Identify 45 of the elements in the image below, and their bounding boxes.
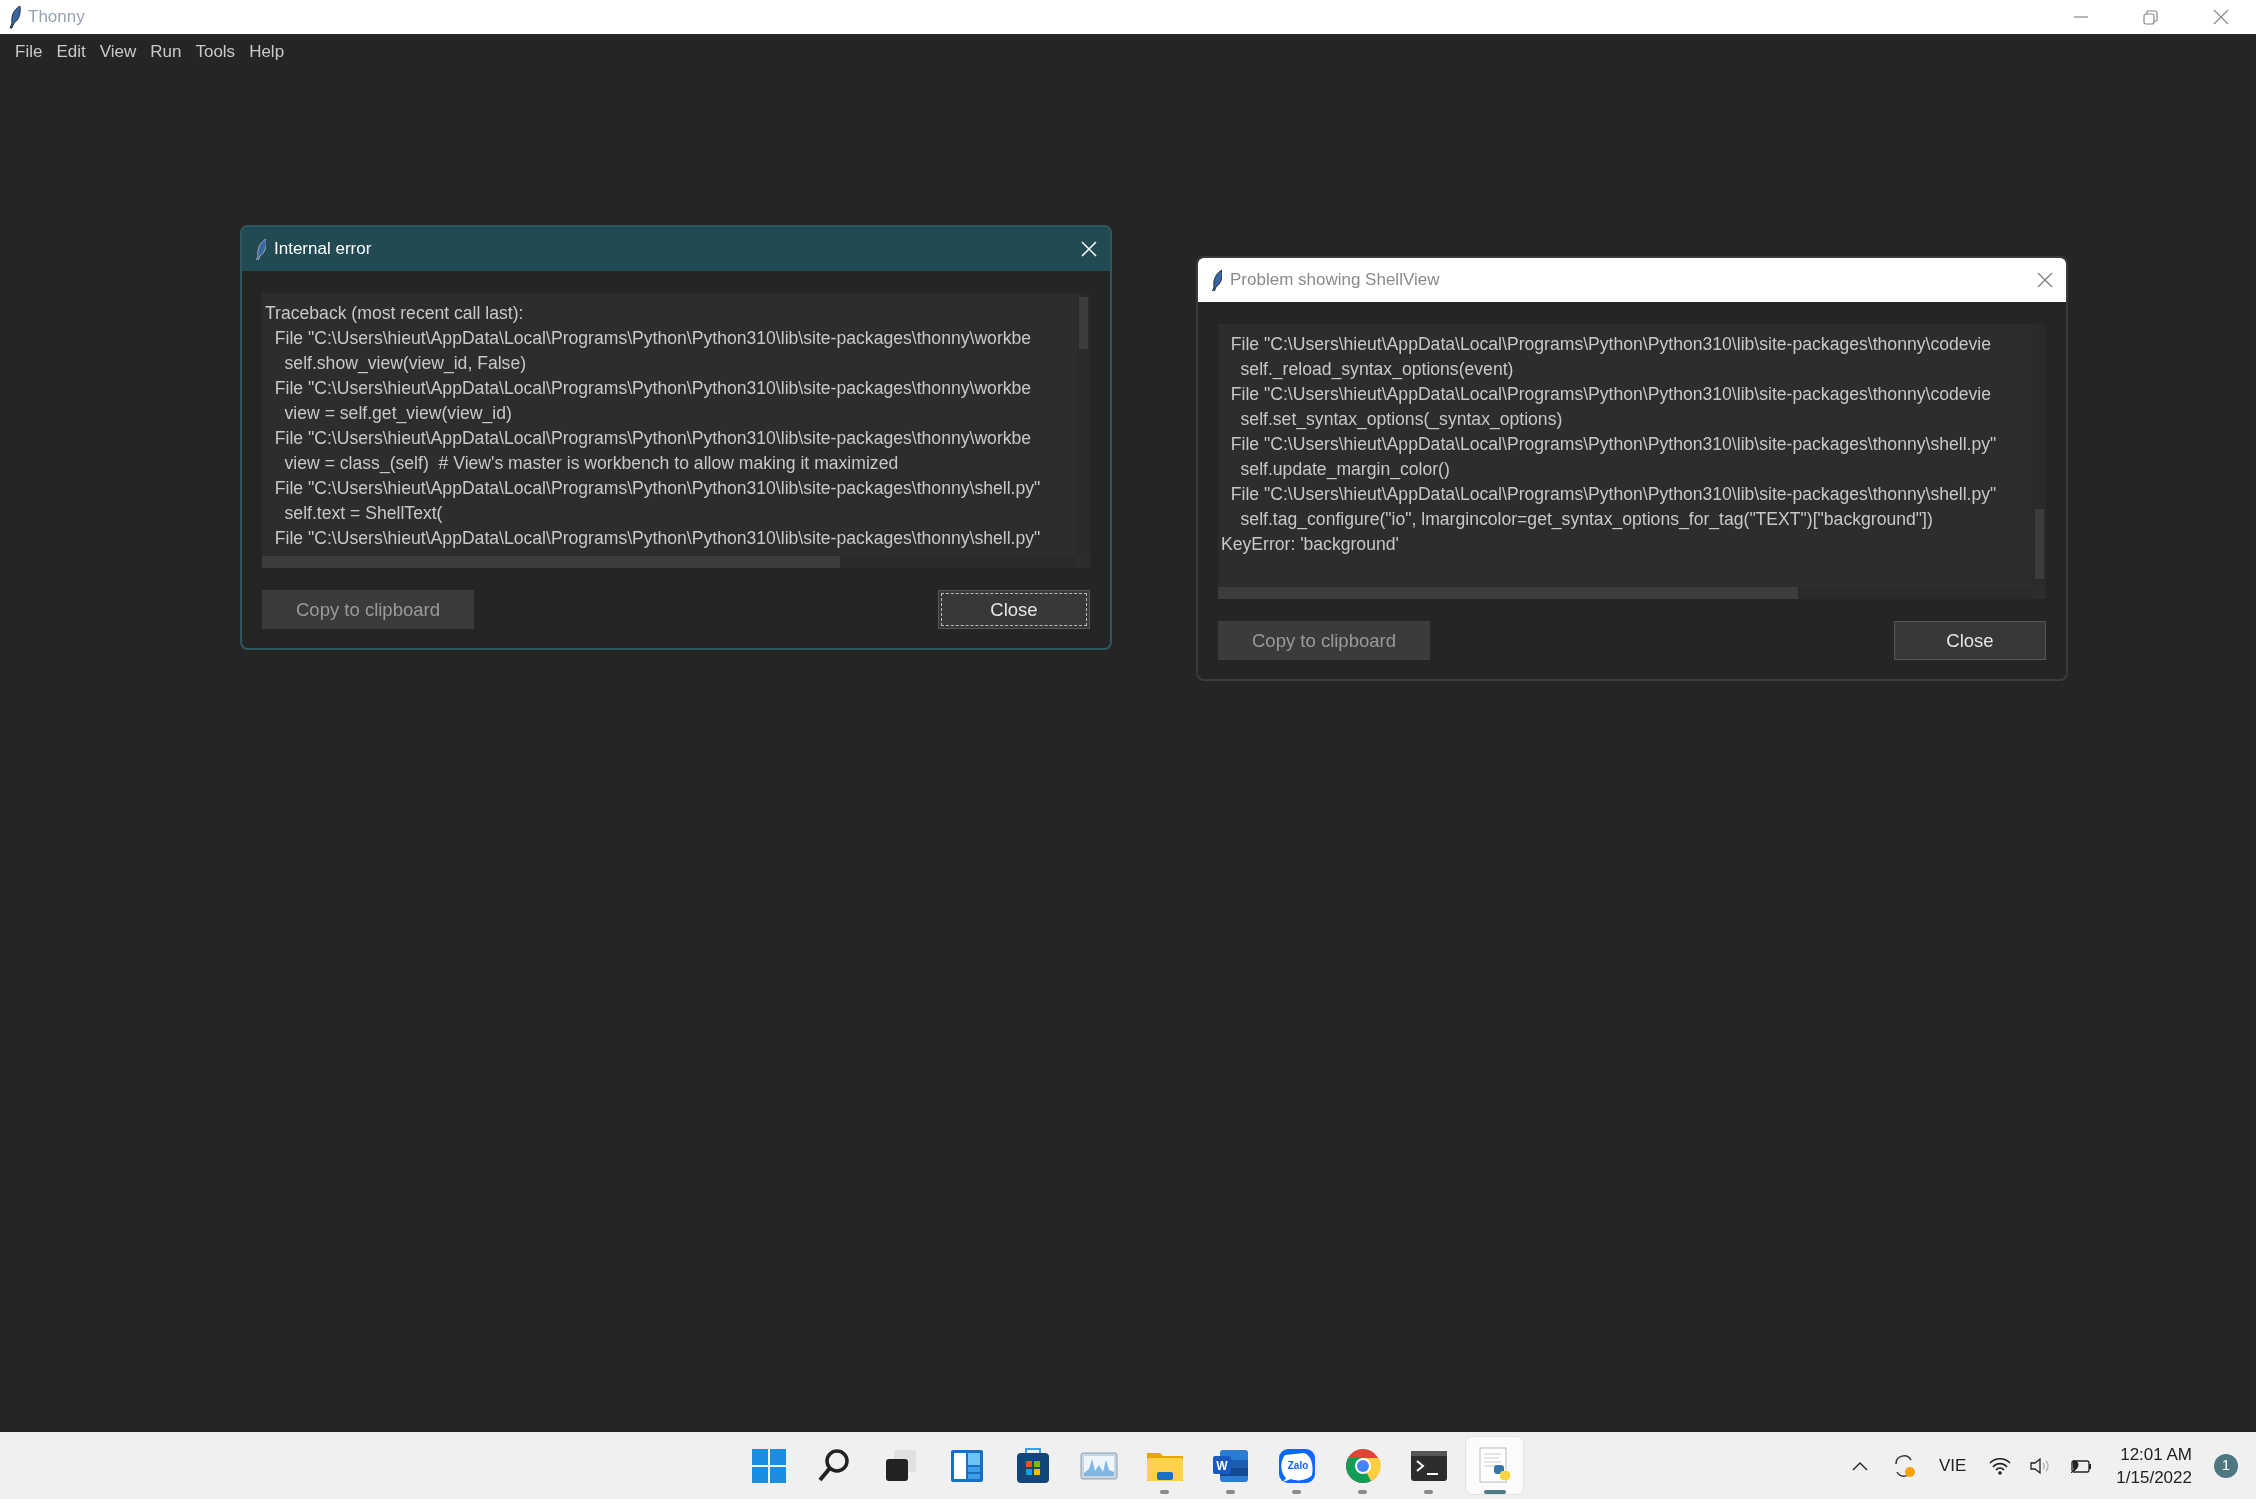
close-button[interactable]: Close bbox=[938, 590, 1090, 629]
menu-item[interactable]: Run bbox=[143, 39, 189, 65]
traceback-line: self.text = ShellText( bbox=[283, 502, 443, 525]
traceback-line: self.show_view(view_id, False) bbox=[283, 352, 527, 376]
restore-icon[interactable] bbox=[2142, 9, 2160, 25]
dialog-title: Problem showing ShellView bbox=[1230, 269, 1441, 292]
error-text-area[interactable] bbox=[1218, 324, 2046, 599]
traceback-line: view = class_(self) # View's master is workbench to allow making it maximized bbox=[283, 452, 899, 476]
traceback-line: self.set_syntax_options(_syntax_options) bbox=[1239, 408, 1563, 432]
language-indicator[interactable]: VIE bbox=[1938, 1452, 1967, 1479]
clock-time[interactable]: 12:01 AM bbox=[2120, 1442, 2192, 1466]
traceback-line: self.update_margin_color() bbox=[1239, 458, 1450, 482]
traceback-line: Traceback (most recent call last): bbox=[265, 302, 524, 325]
traceback-line: File "C:\Users\hieut\AppData\Local\Programs\Python\Python310\lib\site-packages\thonny\workbe bbox=[273, 327, 1032, 350]
feather-icon bbox=[8, 5, 22, 29]
menu-item[interactable]: Edit bbox=[49, 39, 93, 65]
menu-item[interactable]: File bbox=[8, 39, 50, 65]
feather-icon bbox=[1210, 269, 1222, 291]
traceback-line: File "C:\Users\hieut\AppData\Local\Programs\Python\Python310\lib\site-packages\thonny\shell.py" bbox=[273, 477, 1041, 500]
error-text-area[interactable] bbox=[262, 293, 1090, 568]
menu-item[interactable]: View bbox=[92, 39, 144, 65]
menu-item[interactable]: Help bbox=[242, 39, 292, 65]
window-title: Thonny bbox=[28, 6, 85, 29]
traceback-line: self._reload_syntax_options(event) bbox=[1239, 358, 1514, 382]
traceback-line: self.tag_configure("io", lmargincolor=get_syntax_options_for_tag("TEXT")["background"]) bbox=[1239, 508, 1933, 532]
traceback-line: File "C:\Users\hieut\AppData\Local\Programs\Python\Python310\lib\site-packages\thonny\workbe bbox=[273, 427, 1032, 450]
traceback-line: File "C:\Users\hieut\AppData\Local\Programs\Python\Python310\lib\site-packages\thonny\codevie bbox=[1229, 333, 1992, 356]
taskbar-button[interactable]: W bbox=[1202, 1437, 1259, 1494]
wifi-icon[interactable] bbox=[1988, 1455, 2013, 1476]
menu-item[interactable]: Tools bbox=[188, 39, 243, 65]
clock-date[interactable]: 1/15/2022 bbox=[2116, 1465, 2192, 1489]
traceback-line: File "C:\Users\hieut\AppData\Local\Programs\Python\Python310\lib\site-packages\thonny\workbe bbox=[273, 377, 1032, 400]
traceback-line: view = self.get_view(view_id) bbox=[283, 402, 512, 426]
traceback-line: KeyError: 'background' bbox=[1221, 533, 1399, 556]
copy-button[interactable]: Copy to clipboard bbox=[1218, 621, 1430, 660]
notification-badge[interactable]: 1 bbox=[2214, 1453, 2238, 1478]
traceback-line: File "C:\Users\hieut\AppData\Local\Programs\Python\Python310\lib\site-packages\thonny\codevie bbox=[1229, 383, 1992, 406]
dialog-title: Internal error bbox=[274, 238, 373, 261]
traceback-line: File "C:\Users\hieut\AppData\Local\Programs\Python\Python310\lib\site-packages\thonny\shell.py" bbox=[1229, 433, 1997, 456]
taskbar-button[interactable]: Zalo bbox=[1268, 1437, 1325, 1494]
traceback-line: File "C:\Users\hieut\AppData\Local\Programs\Python\Python310\lib\site-packages\thonny\shell.py" bbox=[273, 527, 1041, 550]
copy-button[interactable]: Copy to clipboard bbox=[262, 590, 474, 629]
traceback-line: File "C:\Users\hieut\AppData\Local\Programs\Python\Python310\lib\site-packages\thonny\shell.py" bbox=[1229, 483, 1997, 506]
close-button[interactable]: Close bbox=[1894, 621, 2046, 660]
feather-icon bbox=[254, 238, 266, 260]
